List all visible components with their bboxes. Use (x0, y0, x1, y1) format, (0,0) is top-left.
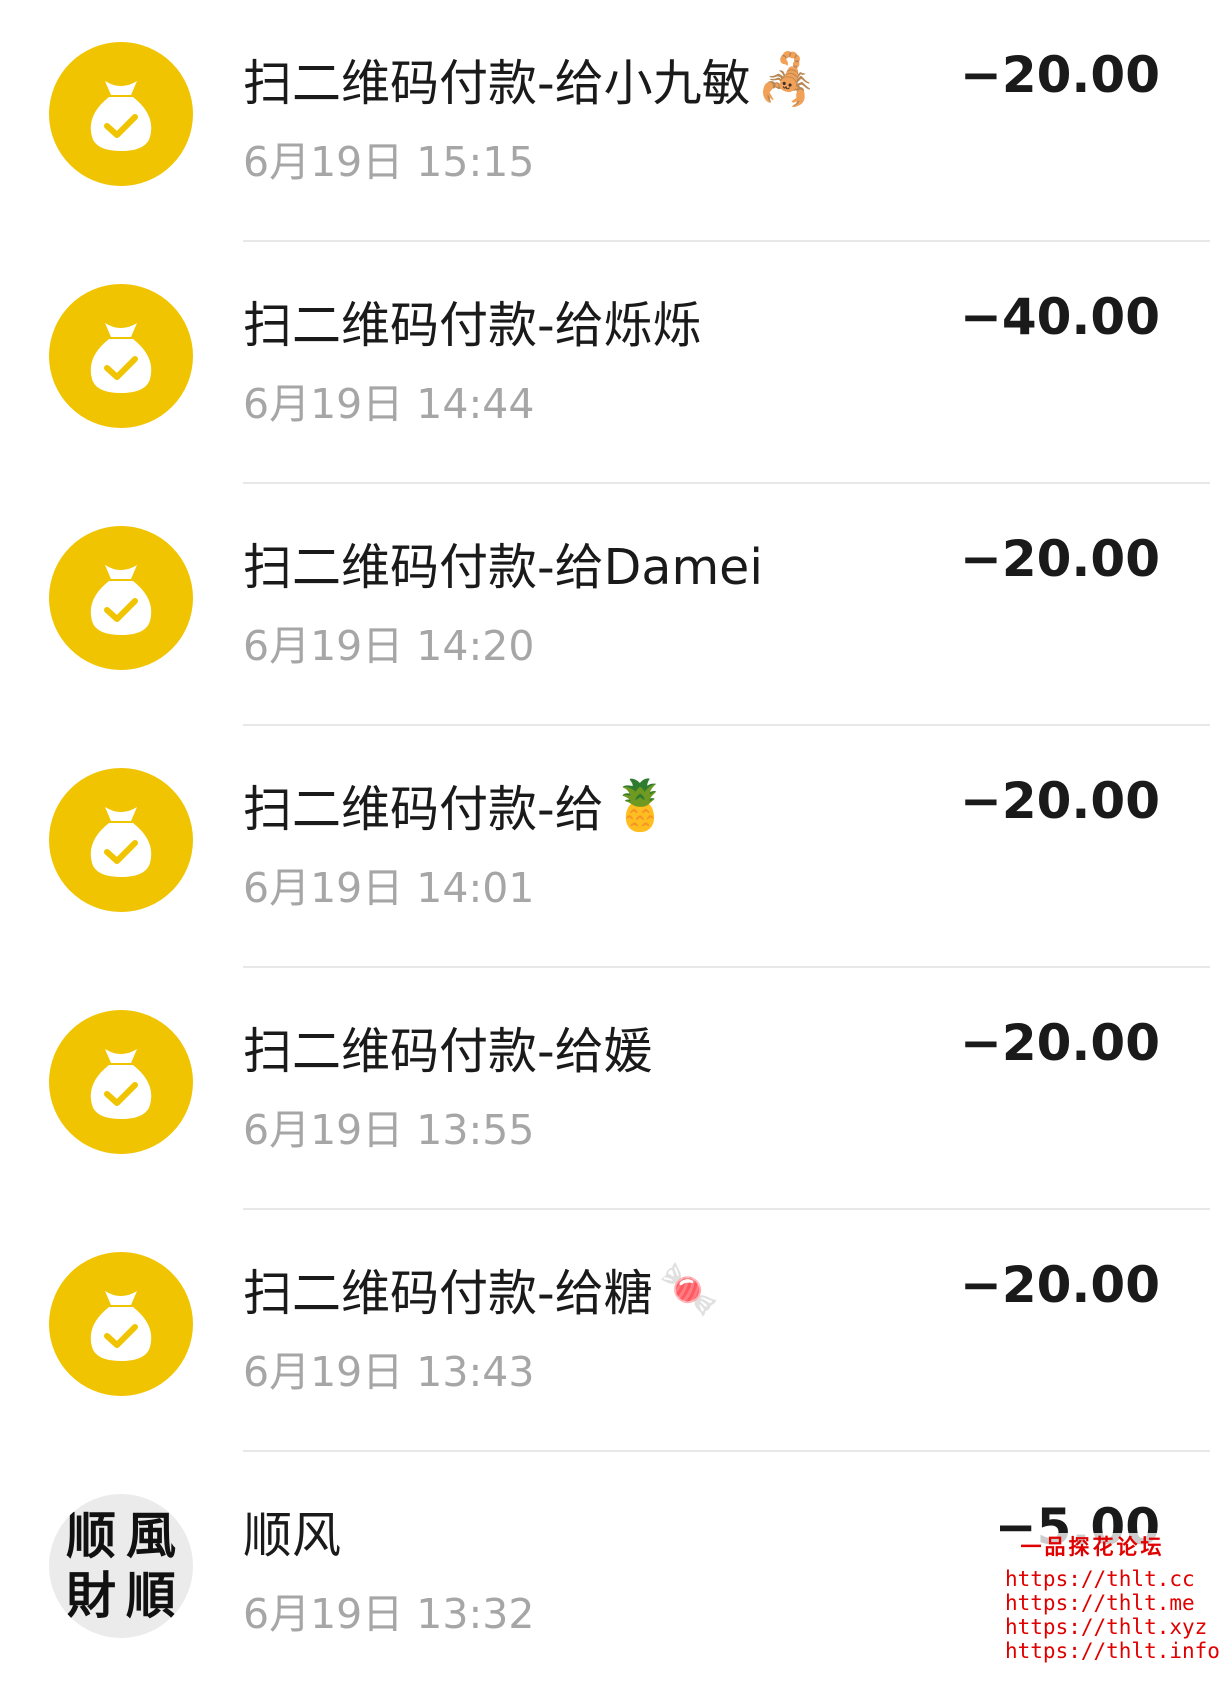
transaction-time: 6月19日 14:44 (243, 380, 535, 428)
transaction-title-text: 扫二维码付款-给Damei (243, 539, 763, 596)
watermark-link: https://thlt.xyz (1005, 1615, 1208, 1639)
transaction-amount: −40.00 (959, 288, 1160, 346)
transaction-title-text: 扫二维码付款-给小九敏 (243, 55, 751, 112)
candy-emoji-icon: 🍬 (658, 1261, 720, 1318)
transaction-title: 扫二维码付款-给Damei (243, 528, 763, 599)
transaction-title: 顺风 (243, 1496, 341, 1567)
transaction-amount: −20.00 (959, 1014, 1160, 1072)
transaction-time: 6月19日 14:01 (243, 864, 535, 912)
watermark: 一品探花论坛 https://thlt.cc https://thlt.me h… (1005, 1533, 1220, 1665)
transaction-title-text: 扫二维码付款-给糖 (243, 1265, 653, 1322)
money-bag-icon (49, 284, 193, 428)
transaction-title: 扫二维码付款-给 🍍 (243, 770, 671, 841)
money-bag-icon (49, 1252, 193, 1396)
transaction-row[interactable]: 扫二维码付款-给 🍍 6月19日 14:01 −20.00 (0, 726, 1220, 968)
transaction-list: 扫二维码付款-给小九敏 🦂 6月19日 15:15 −20.00 扫二维码付款-… (0, 0, 1220, 1694)
transaction-amount: −20.00 (959, 772, 1160, 830)
transaction-row[interactable]: 扫二维码付款-给媛 6月19日 13:55 −20.00 (0, 968, 1220, 1210)
transaction-title: 扫二维码付款-给糖 🍬 (243, 1254, 720, 1325)
transaction-time: 6月19日 13:43 (243, 1348, 535, 1396)
calligraphy-char: 風 (126, 1506, 176, 1565)
watermark-link: https://thlt.info (1005, 1639, 1220, 1663)
transaction-amount: −20.00 (959, 46, 1160, 104)
transaction-title: 扫二维码付款-给烁烁 (243, 286, 702, 357)
calligraphy-avatar: 顺 風 財 順 (49, 1494, 193, 1638)
calligraphy-char: 順 (126, 1566, 176, 1625)
scorpion-emoji-icon: 🦂 (756, 51, 818, 108)
money-bag-icon (49, 1010, 193, 1154)
watermark-title: 一品探花论坛 (1020, 1534, 1165, 1559)
transaction-time: 6月19日 15:15 (243, 138, 535, 186)
transaction-row[interactable]: 扫二维码付款-给糖 🍬 6月19日 13:43 −20.00 (0, 1210, 1220, 1452)
money-bag-icon (49, 42, 193, 186)
transaction-row[interactable]: 扫二维码付款-给Damei 6月19日 14:20 −20.00 (0, 484, 1220, 726)
calligraphy-logo: 顺 風 財 順 (61, 1506, 181, 1626)
transaction-title: 扫二维码付款-给媛 (243, 1012, 653, 1083)
calligraphy-char: 顺 (66, 1506, 116, 1565)
transaction-time: 6月19日 13:32 (243, 1590, 535, 1638)
transaction-title-text: 扫二维码付款-给媛 (243, 1023, 653, 1080)
transaction-amount: −20.00 (959, 530, 1160, 588)
watermark-link: https://thlt.me (1005, 1591, 1195, 1615)
money-bag-icon (49, 768, 193, 912)
transaction-row[interactable]: 扫二维码付款-给烁烁 6月19日 14:44 −40.00 (0, 242, 1220, 484)
watermark-link: https://thlt.cc (1005, 1567, 1195, 1591)
transaction-title-text: 扫二维码付款-给 (243, 781, 604, 838)
calligraphy-char: 財 (66, 1566, 116, 1625)
money-bag-icon (49, 526, 193, 670)
pineapple-emoji-icon: 🍍 (609, 777, 671, 834)
transaction-time: 6月19日 13:55 (243, 1106, 535, 1154)
transaction-time: 6月19日 14:20 (243, 622, 535, 670)
transaction-title-text: 扫二维码付款-给烁烁 (243, 297, 702, 354)
transaction-row[interactable]: 扫二维码付款-给小九敏 🦂 6月19日 15:15 −20.00 (0, 0, 1220, 242)
transaction-amount: −20.00 (959, 1256, 1160, 1314)
transaction-title: 扫二维码付款-给小九敏 🦂 (243, 44, 818, 115)
transaction-title-text: 顺风 (243, 1507, 342, 1564)
